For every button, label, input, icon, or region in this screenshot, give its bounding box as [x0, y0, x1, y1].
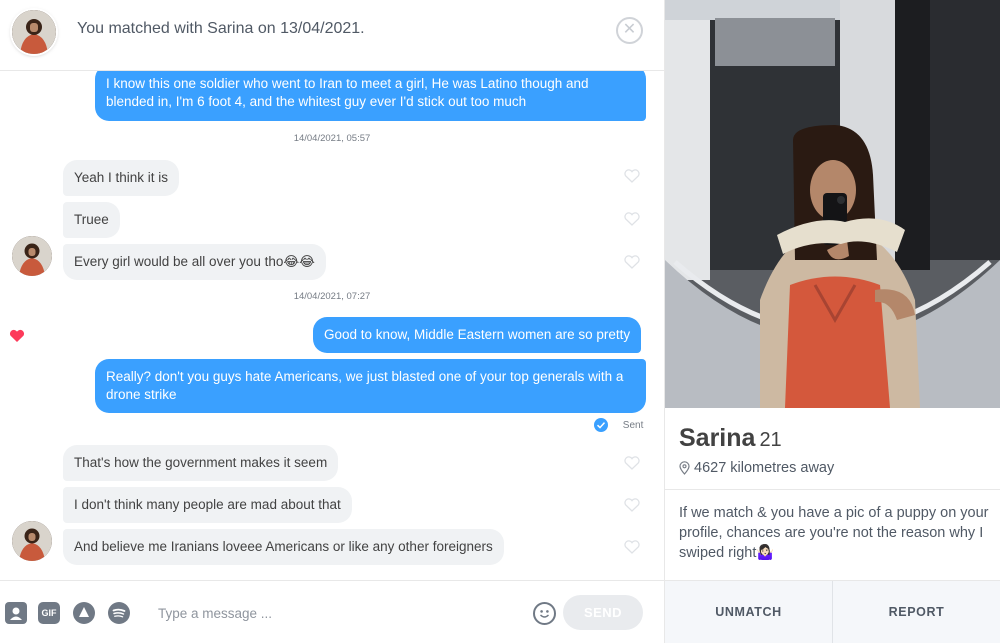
liked-heart-icon[interactable] — [9, 329, 25, 343]
profile-photo[interactable] — [665, 0, 1000, 408]
report-button[interactable]: REPORT — [833, 581, 1000, 643]
like-heart-icon[interactable] — [624, 540, 640, 554]
profile-name-row: Sarina 21 — [679, 424, 782, 453]
like-heart-icon[interactable] — [624, 498, 640, 512]
message-text: I don't think many people are mad about … — [74, 497, 341, 512]
sent-label: Sent — [622, 419, 644, 431]
incoming-message[interactable]: Every girl would be all over you tho😂😂 — [63, 244, 326, 280]
chat-pane: You matched with Sarina on 13/04/2021. ✕… — [0, 0, 664, 643]
like-heart-icon[interactable] — [624, 169, 640, 183]
message-list[interactable]: I know this one soldier who went to Iran… — [0, 71, 664, 580]
location-pin-icon — [679, 461, 690, 476]
tinder-chat-window: You matched with Sarina on 13/04/2021. ✕… — [0, 0, 1000, 643]
sent-status: Sent — [594, 418, 643, 432]
profile-distance: 4627 kilometres away — [679, 460, 834, 476]
timestamp: 14/04/2021, 05:57 — [293, 133, 371, 144]
profile-actions: UNMATCH REPORT — [665, 580, 1000, 643]
like-heart-icon[interactable] — [624, 255, 640, 269]
message-text: That's how the government makes it seem — [74, 455, 328, 470]
profile-separator — [665, 489, 1000, 490]
outgoing-message[interactable]: I know this one soldier who went to Iran… — [95, 71, 646, 121]
outgoing-message[interactable]: Really? don't you guys hate Americans, w… — [95, 359, 646, 413]
message-text: Yeah I think it is — [74, 170, 169, 185]
send-button[interactable]: SEND — [563, 595, 643, 630]
incoming-message[interactable]: That's how the government makes it seem — [63, 445, 339, 481]
incoming-message[interactable]: I don't think many people are mad about … — [63, 487, 352, 523]
message-text: I know this one soldier who went to Iran… — [106, 76, 589, 109]
message-input[interactable] — [146, 597, 516, 629]
sticker-icon[interactable] — [73, 602, 95, 624]
unmatch-button[interactable]: UNMATCH — [665, 581, 832, 643]
outgoing-message[interactable]: Good to know, Middle Eastern women are s… — [313, 317, 642, 353]
profile-bio: If we match & you have a pic of a puppy … — [679, 505, 989, 561]
emoji-icon[interactable] — [533, 602, 556, 625]
incoming-message[interactable]: And believe me Iranians loveee Americans… — [63, 529, 504, 565]
timestamp: 14/04/2021, 07:27 — [293, 291, 371, 302]
profile-age: 21 — [759, 429, 782, 451]
message-text: Really? don't you guys hate Americans, w… — [106, 369, 624, 402]
profile-pane: Sarina 21 4627 kilometres away If we matc… — [665, 0, 1000, 643]
message-text: Every girl would be all over you tho😂😂 — [74, 254, 315, 269]
sender-avatar[interactable] — [12, 521, 52, 561]
close-icon[interactable]: ✕ — [616, 17, 643, 44]
distance-text: 4627 kilometres away — [694, 460, 835, 476]
spotify-icon[interactable] — [108, 602, 130, 624]
contact-card-icon[interactable] — [5, 602, 27, 624]
sent-check-icon — [594, 418, 608, 432]
match-date-text: You matched with Sarina on 13/04/2021. — [77, 20, 365, 37]
chat-header: You matched with Sarina on 13/04/2021. ✕ — [0, 0, 664, 71]
gif-button[interactable]: GIF — [38, 602, 60, 624]
incoming-message[interactable]: Truee — [63, 202, 120, 238]
like-heart-icon[interactable] — [624, 212, 640, 226]
match-avatar[interactable] — [12, 10, 56, 54]
message-text: Good to know, Middle Eastern women are s… — [324, 327, 631, 342]
message-text: Truee — [74, 212, 109, 227]
like-heart-icon[interactable] — [624, 456, 640, 470]
sender-avatar[interactable] — [12, 236, 52, 276]
message-text: And believe me Iranians loveee Americans… — [74, 539, 493, 554]
profile-name: Sarina — [679, 424, 756, 452]
incoming-message[interactable]: Yeah I think it is — [63, 160, 180, 196]
